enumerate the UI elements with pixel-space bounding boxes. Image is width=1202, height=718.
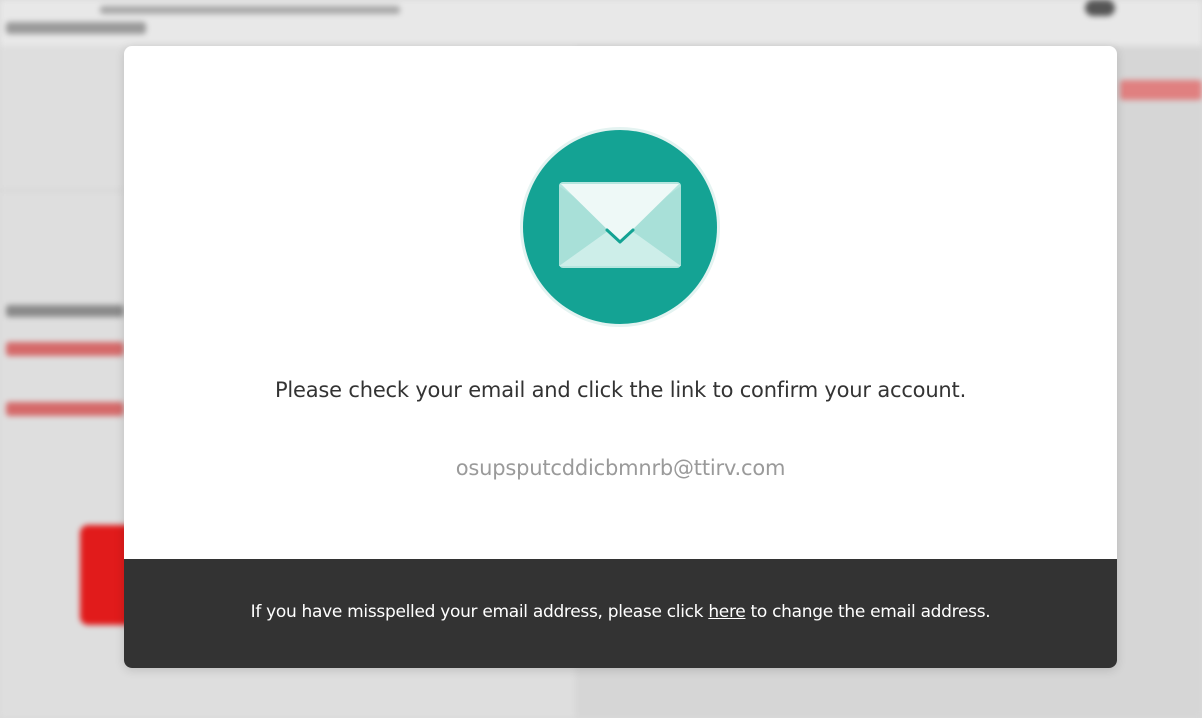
modal-footer: If you have misspelled your email addres…	[124, 559, 1117, 668]
email-address: osupsputcddicbmnrb@ttirv.com	[455, 456, 786, 480]
background-text	[6, 22, 146, 34]
footer-text: If you have misspelled your email addres…	[124, 602, 1117, 622]
modal-body: Please check your email and click the li…	[124, 46, 1117, 559]
background-divider	[0, 190, 125, 191]
footer-text-after: to change the email address.	[745, 602, 991, 622]
email-confirmation-modal: Please check your email and click the li…	[124, 46, 1117, 668]
change-email-link[interactable]: here	[708, 602, 745, 622]
background-text	[6, 342, 124, 356]
background-text	[1120, 80, 1202, 100]
confirmation-message: Please check your email and click the li…	[274, 378, 967, 402]
background-text	[6, 402, 124, 416]
background-avatar	[1085, 0, 1115, 16]
footer-text-before: If you have misspelled your email addres…	[250, 602, 709, 622]
background-text	[100, 6, 400, 14]
envelope-icon	[523, 130, 717, 324]
background-header	[0, 0, 1202, 46]
background-text	[6, 305, 124, 317]
